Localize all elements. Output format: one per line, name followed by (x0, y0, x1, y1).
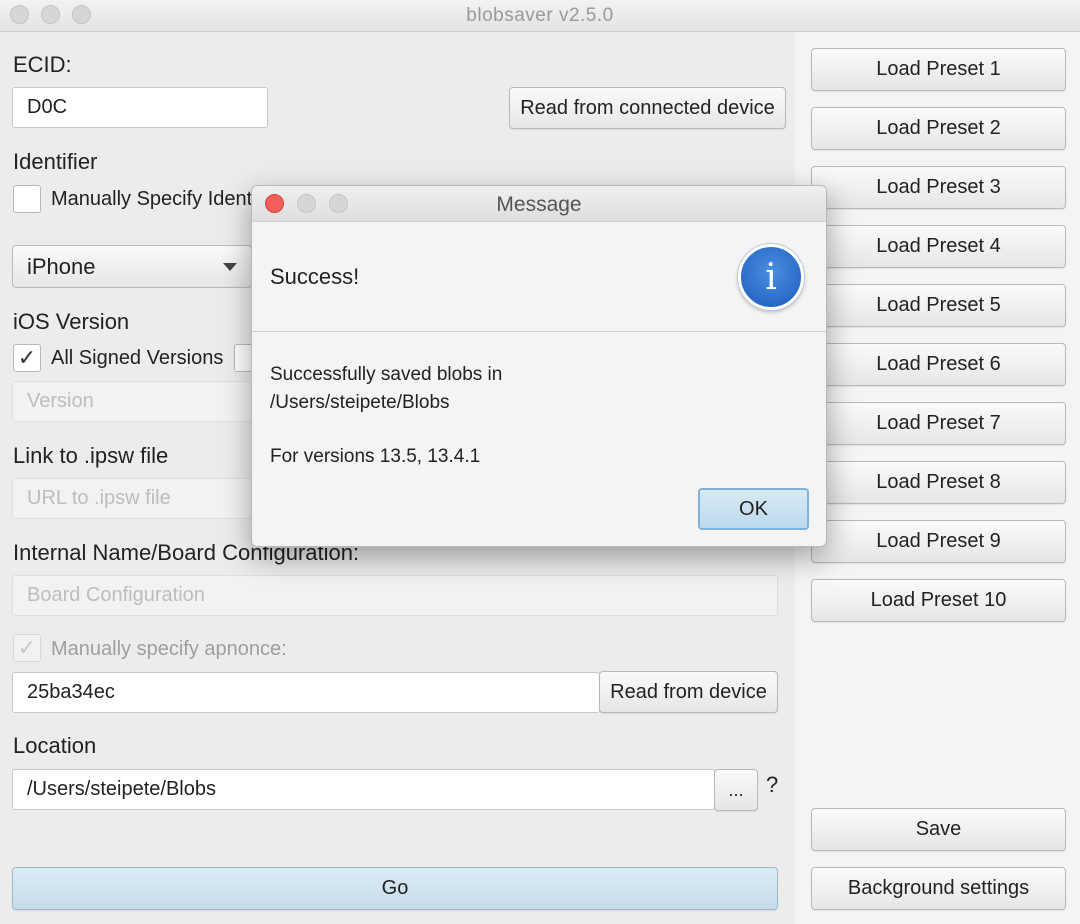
apnonce-input[interactable]: 25ba34ec (12, 672, 600, 713)
ipsw-link-label: Link to .ipsw file (13, 443, 169, 468)
load-preset-10-button[interactable]: Load Preset 10 (811, 579, 1066, 622)
read-apnonce-from-device-button[interactable]: Read from device (599, 671, 778, 713)
info-icon-glyph: i (765, 256, 777, 298)
message-dialog: Message Success! i Successfully saved bl… (251, 185, 827, 547)
load-preset-1-button[interactable]: Load Preset 1 (811, 48, 1066, 91)
dialog-header: Success! i (252, 222, 826, 332)
location-input[interactable]: /Users/steipete/Blobs (12, 769, 715, 810)
location-label: Location (13, 733, 97, 758)
save-button[interactable]: Save (811, 808, 1066, 851)
checkmark-icon: ✓ (17, 635, 37, 660)
info-icon: i (738, 244, 804, 310)
load-preset-5-button[interactable]: Load Preset 5 (811, 284, 1066, 327)
board-config-input[interactable]: Board Configuration (12, 575, 778, 616)
browse-location-button[interactable]: ... (714, 769, 758, 811)
ok-button[interactable]: OK (698, 488, 809, 530)
dialog-message-line-1: Successfully saved blobs in (270, 364, 503, 385)
manual-apnonce-checkbox[interactable]: ✓ (13, 634, 41, 662)
dialog-header-text: Success! (270, 264, 360, 289)
location-help-icon[interactable]: ? (766, 772, 778, 798)
read-from-connected-device-button[interactable]: Read from connected device (509, 87, 786, 129)
dialog-message-line-3: For versions 13.5, 13.4.1 (270, 446, 481, 467)
ecid-label: ECID: (13, 52, 72, 77)
load-preset-3-button[interactable]: Load Preset 3 (811, 166, 1066, 209)
window-titlebar: blobsaver v2.5.0 (0, 0, 1080, 32)
background-settings-button[interactable]: Background settings (811, 867, 1066, 910)
identifier-label: Identifier (13, 149, 98, 174)
chevron-down-icon (223, 262, 237, 271)
dialog-titlebar: Message (252, 186, 826, 222)
manual-identifier-checkbox[interactable] (13, 185, 41, 213)
load-preset-4-button[interactable]: Load Preset 4 (811, 225, 1066, 268)
all-signed-versions-label: All Signed Versions (51, 347, 224, 369)
checkmark-icon: ✓ (17, 345, 37, 370)
manual-identifier-label: Manually Specify Identi (51, 188, 257, 210)
dialog-message-line-2: /Users/steipete/Blobs (270, 392, 450, 413)
ipsw-url-input[interactable]: URL to .ipsw file (12, 478, 252, 519)
load-preset-2-button[interactable]: Load Preset 2 (811, 107, 1066, 150)
ios-version-label: iOS Version (13, 309, 130, 334)
dialog-title: Message (496, 193, 582, 216)
device-select[interactable]: iPhone (12, 245, 252, 288)
load-preset-7-button[interactable]: Load Preset 7 (811, 402, 1066, 445)
load-preset-8-button[interactable]: Load Preset 8 (811, 461, 1066, 504)
device-select-value: iPhone (27, 253, 96, 279)
go-button[interactable]: Go (12, 867, 778, 910)
ecid-input[interactable]: D0C (12, 87, 268, 128)
version-input[interactable]: Version (12, 381, 252, 422)
manual-apnonce-label: Manually specify apnonce: (51, 638, 287, 660)
load-preset-6-button[interactable]: Load Preset 6 (811, 343, 1066, 386)
window-title: blobsaver v2.5.0 (466, 5, 614, 26)
load-preset-9-button[interactable]: Load Preset 9 (811, 520, 1066, 563)
all-signed-versions-checkbox[interactable]: ✓ (13, 344, 41, 372)
presets-panel: Load Preset 1 Load Preset 2 Load Preset … (795, 32, 1080, 924)
